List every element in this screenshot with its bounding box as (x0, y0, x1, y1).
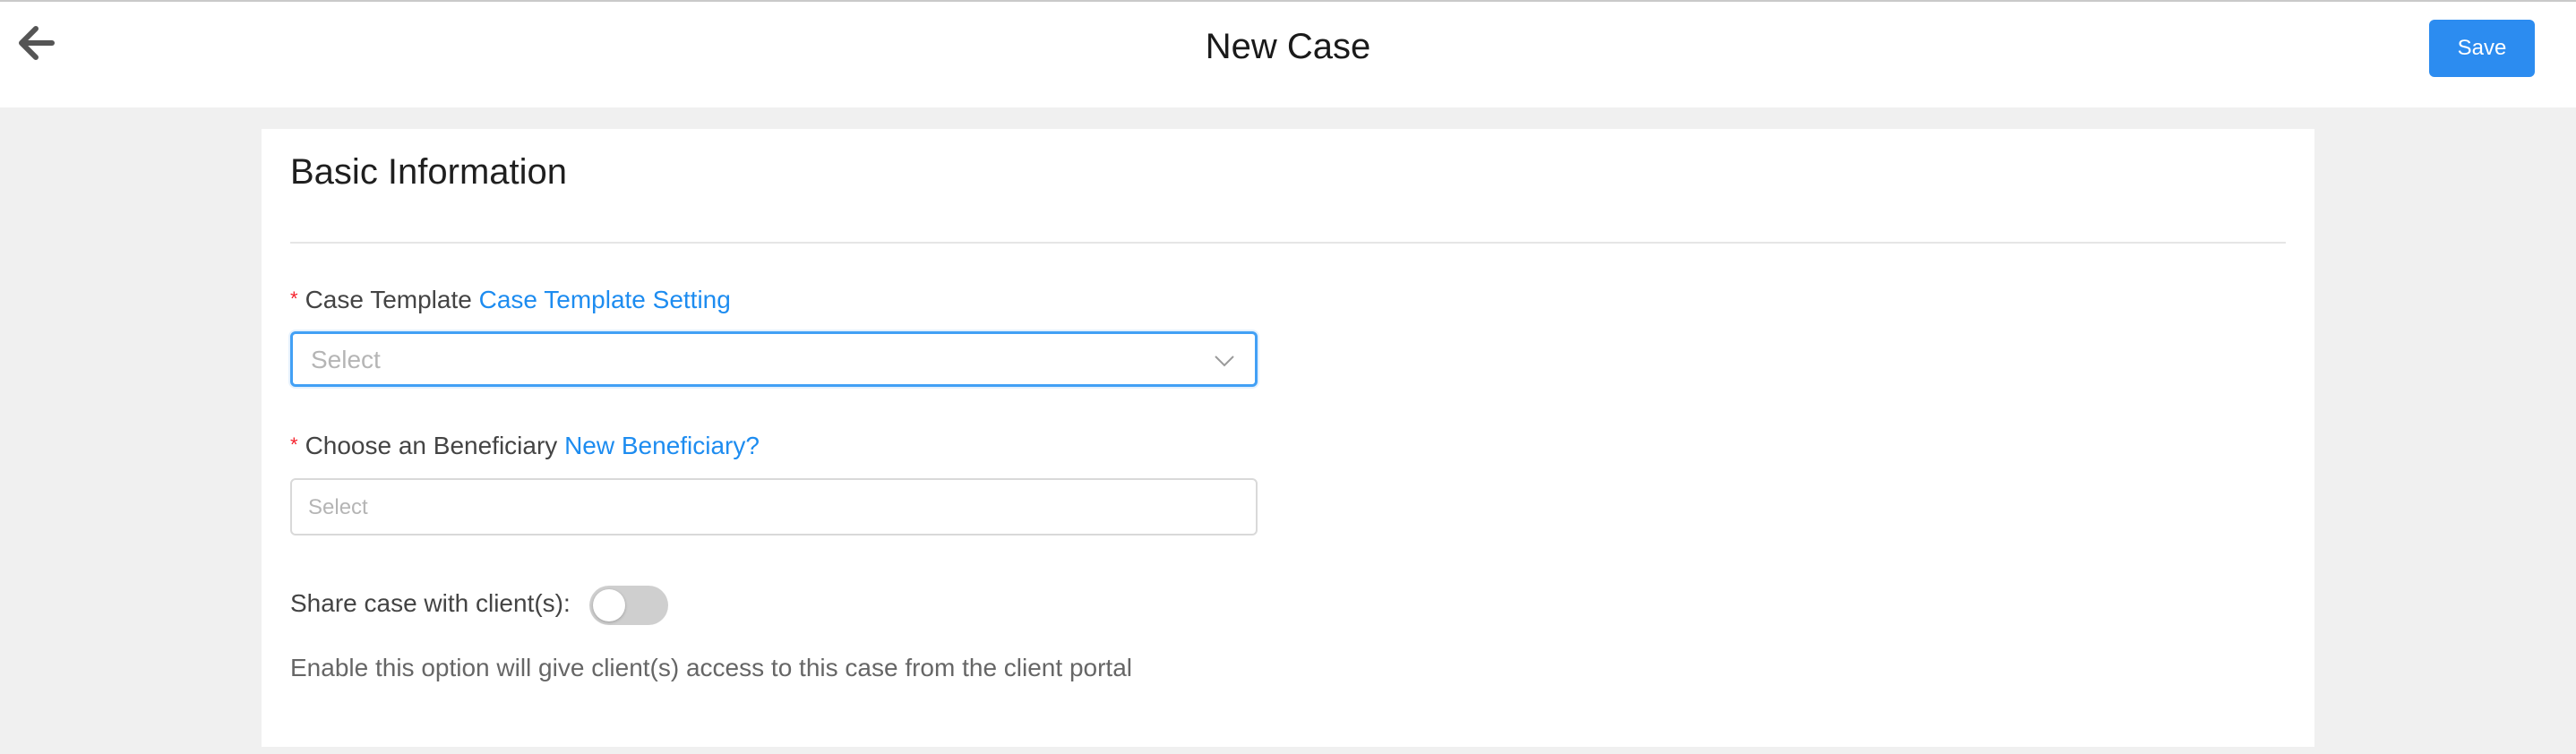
new-beneficiary-link[interactable]: New Beneficiary? (564, 432, 760, 459)
required-mark: * (290, 287, 298, 310)
case-template-label-row: * Case Template Case Template Setting (290, 281, 731, 318)
case-template-placeholder: Select (311, 346, 381, 373)
divider (290, 242, 2286, 244)
share-help-text: Enable this option will give client(s) a… (290, 654, 1132, 681)
chevron-down-icon (1215, 356, 1234, 367)
toggle-knob (593, 589, 625, 621)
beneficiary-select[interactable]: Select (290, 478, 1258, 536)
required-mark: * (290, 433, 298, 456)
header-bar: New Case Save (0, 2, 2576, 107)
case-template-setting-link[interactable]: Case Template Setting (479, 286, 731, 313)
save-button[interactable]: Save (2429, 20, 2535, 77)
share-case-label: Share case with client(s): (290, 589, 571, 617)
case-template-select[interactable]: Select (290, 331, 1258, 387)
basic-information-card: Basic Information * Case Template Case Te… (262, 129, 2314, 747)
page-title: New Case (1205, 27, 1371, 66)
share-case-toggle[interactable] (589, 586, 668, 625)
section-title: Basic Information (290, 152, 568, 192)
beneficiary-label: Choose an Beneficiary (305, 432, 558, 459)
beneficiary-label-row: * Choose an Beneficiary New Beneficiary? (290, 427, 760, 464)
case-template-label: Case Template (305, 286, 472, 313)
beneficiary-placeholder: Select (308, 495, 368, 519)
